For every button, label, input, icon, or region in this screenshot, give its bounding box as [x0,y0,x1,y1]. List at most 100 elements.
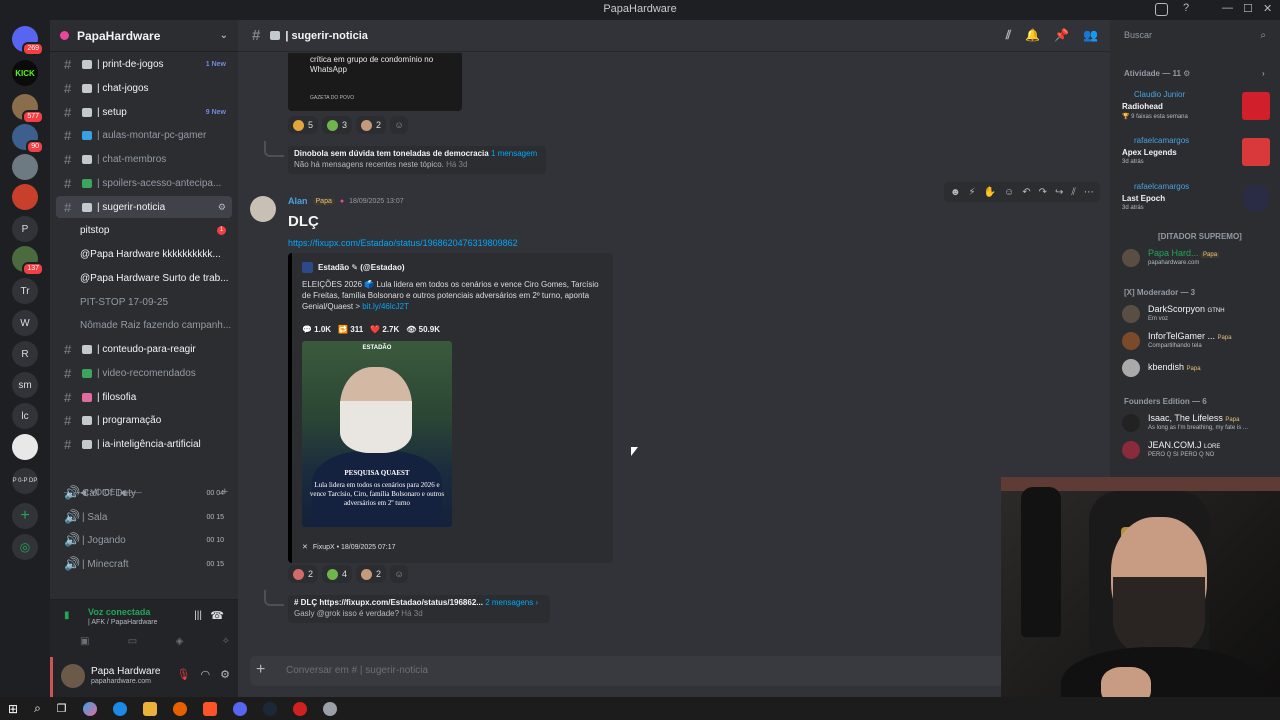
settings-icon[interactable]: ⚙ [218,202,226,213]
channel-filosofia[interactable]: # | filosofia [56,386,232,408]
reaction[interactable]: 4 [322,565,353,583]
channel-programacao[interactable]: # | programação [56,409,232,431]
server-icon[interactable]: 90 [12,124,44,154]
activity-item[interactable]: rafaelcamargos Apex Legends 3d atrás [1122,136,1272,166]
pin-icon[interactable]: 📌 [1054,28,1069,43]
voice-channel[interactable]: 🔊 | Sala 00 15 [56,506,232,528]
embed-author[interactable]: Estadão ✎ (@Estadao) [302,262,405,273]
server-icon[interactable] [12,434,38,460]
discover-icon[interactable]: ◎ [12,534,38,560]
attach-plus-icon[interactable]: + [256,661,265,679]
chevron-down-icon[interactable]: ⌄ [220,30,228,41]
inbox-icon[interactable] [1155,3,1168,16]
thread-item[interactable]: @Papa Hardware Surto de trab... [56,267,232,289]
windows-start-icon[interactable]: ⊞ [8,702,18,716]
server-icon[interactable] [12,184,38,210]
add-reaction-button[interactable]: ☺ [390,565,409,583]
members-icon[interactable]: 👥 [1083,28,1098,43]
threads-icon[interactable]: ⫽ [1006,28,1011,43]
obs-icon[interactable] [292,701,307,716]
activity-item[interactable]: Claudio Junior Radiohead 🏆 9 faixas esta… [1122,90,1272,120]
reaction-emoji-icon[interactable]: ✋ [984,187,996,198]
discord-icon[interactable] [232,701,247,716]
server-p[interactable]: P [12,216,38,242]
search-input[interactable]: Buscar ⌕ [1120,27,1270,45]
previous-embed-image[interactable]: crítica em grupo de condomínio no WhatsA… [288,53,462,111]
firefox-icon[interactable] [172,701,187,716]
headset-icon[interactable]: ◠ [201,668,211,681]
message-author[interactable]: Alan [288,196,308,206]
copilot-icon[interactable] [82,701,97,716]
maximize-button[interactable]: ☐ [1243,2,1253,15]
help-icon[interactable]: ? [1183,2,1189,14]
noise-suppression-icon[interactable]: ||| [194,610,202,621]
channel-video-recomendados[interactable]: # | video-recomendados [56,362,232,384]
activity-item[interactable]: rafaelcamargos Last Epoch 3d atrás [1122,182,1272,212]
reaction[interactable]: 2 [288,565,319,583]
add-reaction-icon[interactable]: ☺ [1004,187,1014,198]
minimize-button[interactable]: — [1222,2,1233,14]
channel-aulas-montar-pc-gamer[interactable]: # | aulas-montar-pc-gamer [56,124,232,146]
reaction[interactable]: 2 [356,565,387,583]
member-item[interactable]: InforTelGamer ... Papa Compartilhando te… [1122,331,1272,353]
server-icon[interactable] [12,154,38,180]
edge-icon[interactable] [112,701,127,716]
more-icon[interactable]: ⋯ [1084,187,1094,198]
task-view-icon[interactable]: ❐ [57,702,67,715]
forward-icon[interactable]: ↪ [1055,187,1063,198]
server-folder[interactable]: P 0-P DP [12,468,38,494]
member-item[interactable]: kbendish Papa [1122,358,1272,380]
add-server-button[interactable]: + [12,503,38,529]
channel-conteudo-para-reagir[interactable]: # | conteudo-para-reagir [56,338,232,360]
reaction-emoji-icon[interactable]: ☻ [950,187,961,198]
avatar[interactable] [61,664,85,688]
server-w[interactable]: W [12,310,38,336]
server-lc[interactable]: lc [12,403,38,429]
voice-channel[interactable]: 🔊 | Minecraft 00 15 [56,553,232,575]
file-explorer-icon[interactable] [142,701,157,716]
activity-icon[interactable]: ◈ [176,636,184,647]
embed-image[interactable]: ESTADÃO PESQUISA QUAEST Lula lidera em t… [302,341,452,527]
steam-icon[interactable] [262,701,277,716]
thread-pitstop[interactable]: pitstop 1 [56,219,232,241]
thread-preview[interactable]: # DLÇ https://fixupx.com/Estadao/status/… [288,595,550,623]
app-icon[interactable] [322,701,337,716]
guild-header[interactable]: PapaHardware ⌄ [50,20,238,52]
channel-setup[interactable]: # | setup 9 New [56,101,232,123]
thread-item[interactable]: PIT-STOP 17-09-25 [56,291,232,313]
server-kick[interactable]: KICK [12,60,38,86]
reaction[interactable]: 5 [288,116,319,134]
search-icon[interactable]: ⌕ [34,701,41,716]
disconnect-icon[interactable]: ☎ [210,609,224,622]
home-button[interactable]: 269 [12,26,44,56]
channel-sugerir-noticia[interactable]: # | sugerir-noticia ⚙ [56,196,232,218]
channel-spoilers[interactable]: # | spoilers-acesso-antecipa... [56,172,232,194]
thread-icon[interactable]: ⫽ [1071,187,1075,198]
reaction[interactable]: 2 [356,116,387,134]
brave-icon[interactable] [202,701,217,716]
thread-item[interactable]: @Papa Hardware kkkkkkkkkk... [56,243,232,265]
camera-icon[interactable]: ▣ [80,636,89,647]
soundboard-icon[interactable]: ✧ [222,636,230,647]
gear-icon[interactable]: ⚙ [220,668,230,681]
chevron-right-icon[interactable]: › [1262,69,1265,78]
close-button[interactable]: ✕ [1263,2,1272,15]
message-link[interactable]: https://fixupx.com/Estadao/status/196862… [288,238,518,248]
screen-share-icon[interactable]: ▭ [128,636,137,647]
server-tr[interactable]: Tr [12,278,38,304]
channel-chat-membros[interactable]: # | chat-membros [56,148,232,170]
composer-input[interactable]: Conversar em # | sugerir-noticia [286,665,428,676]
voice-channel[interactable]: 🔊 Call Of Duty 00 04 [56,482,232,504]
channel-ia[interactable]: # | ia-inteligência-artificial [56,433,232,455]
thread-count[interactable]: 1 mensagem › [491,149,540,158]
bell-icon[interactable]: 🔔 [1025,28,1040,43]
member-item[interactable]: Isaac, The Lifeless Papa As long as I'm … [1122,413,1272,435]
member-item[interactable]: JEAN.COM.J LORE PERO Q SI PERO Q NO [1122,440,1272,462]
server-icon[interactable]: 137 [12,246,44,276]
reaction[interactable]: 3 [322,116,353,134]
thread-item[interactable]: Nômade Raiz fazendo campanh... [56,314,232,336]
voice-channel[interactable]: 🔊 | Jogando 00 10 [56,529,232,551]
member-item[interactable]: Papa Hard... Papa papahardware.com [1122,248,1272,270]
reply-icon[interactable]: ↶ [1022,187,1030,198]
server-sm[interactable]: sm [12,372,38,398]
